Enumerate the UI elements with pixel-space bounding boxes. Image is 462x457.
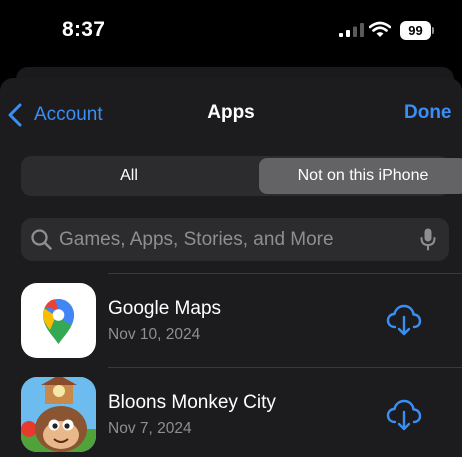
battery-level: 99 xyxy=(408,23,423,38)
app-name: Bloons Monkey City xyxy=(108,392,276,413)
search-bar xyxy=(21,218,449,261)
bloons-monkey-city-app-icon xyxy=(21,377,96,452)
search-input[interactable] xyxy=(59,218,409,261)
app-date: Nov 7, 2024 xyxy=(108,420,192,437)
screen: 8:37 99 Account Apps Done All Not on thi… xyxy=(0,0,462,457)
segmented-control: All Not on this iPhone xyxy=(21,156,462,196)
cloud-download-icon[interactable] xyxy=(386,304,422,336)
wifi-icon xyxy=(369,21,391,37)
app-date: Nov 10, 2024 xyxy=(108,326,201,343)
search-icon xyxy=(31,229,52,250)
battery-icon: 99 xyxy=(400,21,431,40)
segment-all[interactable]: All xyxy=(23,158,235,194)
page-title: Apps xyxy=(207,102,255,123)
status-time: 8:37 xyxy=(62,18,106,41)
microphone-icon[interactable] xyxy=(420,228,436,251)
list-item[interactable]: Google Maps Nov 10, 2024 xyxy=(0,274,462,366)
signal-icon xyxy=(339,23,364,37)
app-name: Google Maps xyxy=(108,298,222,319)
battery-tip xyxy=(432,27,434,34)
segment-not-on-this-iphone[interactable]: Not on this iPhone xyxy=(259,158,462,194)
google-maps-app-icon xyxy=(21,283,96,358)
cloud-download-icon[interactable] xyxy=(386,399,422,431)
list-item[interactable]: Bloons Monkey City Nov 7, 2024 xyxy=(0,368,462,457)
done-button[interactable]: Done xyxy=(404,102,452,124)
